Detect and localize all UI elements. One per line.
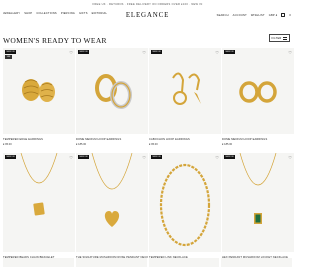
product-name[interactable]: DOME MEDIUM HOOP EARRINGS — [222, 138, 294, 141]
product-name[interactable]: CABOCHON HOOP EARRINGS — [149, 138, 221, 141]
product-price: £ 185.00 — [76, 143, 87, 146]
product-image[interactable]: NEW IN ♡ — [222, 153, 294, 252]
account-link[interactable]: ACCOUNT — [233, 14, 247, 17]
product-image[interactable]: NEW IN ♡ — [3, 153, 75, 252]
pendant-necklace-image — [20, 153, 58, 216]
wishlist-heart-icon[interactable]: ♡ — [142, 155, 146, 160]
product-image[interactable] — [75, 258, 147, 267]
product-image[interactable]: NEW IN ♡ — [149, 48, 221, 134]
wishlist-heart-icon[interactable]: ♡ — [69, 155, 73, 160]
new-in-badge: NEW IN — [78, 155, 89, 159]
filter-label: FILTER — [271, 36, 282, 40]
bag-icon[interactable] — [281, 13, 286, 17]
new-in-badge: NEW IN — [5, 50, 16, 54]
wishlist-heart-icon[interactable]: ♡ — [215, 50, 219, 55]
site-header: JEWELLERY SHOP COLLECTIONS PIERCING GIFT… — [0, 8, 295, 24]
product-card[interactable]: NEW IN ♡ DOME MEDIUM HOOP EARRINGS £ 185… — [222, 48, 294, 146]
wishlist-heart-icon[interactable]: ♡ — [288, 155, 292, 160]
hoop-earrings-image — [95, 74, 132, 109]
product-price: £ 185.00 — [222, 143, 233, 146]
product-card[interactable]: NEW IN 18K ♡ TEMPERED EDGE EARRINGS £ 95… — [3, 48, 75, 146]
product-card[interactable]: NEW IN ♡ TEMPERED LINK NECKLACE £ 225.00 — [149, 153, 221, 264]
product-card[interactable]: NEW IN ♡ CABOCHON HOOP EARRINGS £ 95.00 — [149, 48, 221, 146]
product-image[interactable] — [221, 258, 292, 267]
chain-necklace-image — [159, 163, 211, 247]
search-link[interactable]: SEARCH — [217, 14, 229, 17]
dome-earrings-image — [239, 81, 277, 103]
emerald-necklace-image — [239, 153, 277, 224]
product-image[interactable]: NEW IN ♡ — [76, 153, 148, 252]
filter-button[interactable]: FILTER — [269, 34, 290, 42]
wishlist-heart-icon[interactable]: ♡ — [215, 155, 219, 160]
wishlist-link[interactable]: WISHLIST — [251, 14, 265, 17]
product-name[interactable]: DOME MEDIUM HOOP EARRINGS — [76, 138, 148, 141]
currency-selector[interactable]: GBP £ — [269, 14, 278, 17]
promo-bar: FREE UK · RETURNS · FREE DELIVERY ON ORD… — [0, 0, 295, 8]
product-card[interactable]: NEW IN ♡ DOME MEDIUM HOOP EARRINGS £ 185… — [76, 48, 148, 146]
product-card[interactable]: NEW IN ♡ HEX PENDANT MUSHROOM LOCKET NEC… — [222, 153, 294, 264]
heart-necklace-image — [91, 153, 133, 227]
product-image[interactable] — [3, 258, 74, 267]
product-price: £ 95.00 — [3, 143, 12, 146]
product-image[interactable]: NEW IN ♡ — [149, 153, 221, 252]
utility-nav: SEARCH ACCOUNT WISHLIST GBP £ 0 — [217, 13, 291, 17]
new-in-badge: NEW IN — [224, 155, 235, 159]
product-card[interactable]: NEW IN ♡ THE SIGNATURE MUSHROOM ROSE PEN… — [76, 153, 148, 264]
new-in-badge: NEW IN — [78, 50, 89, 54]
new-in-badge: NEW IN — [151, 50, 162, 54]
shell-earrings-image — [22, 79, 55, 102]
new-in-badge: NEW IN — [5, 155, 16, 159]
wishlist-heart-icon[interactable]: ♡ — [288, 50, 292, 55]
product-image[interactable]: NEW IN ♡ — [222, 48, 294, 134]
product-image[interactable]: NEW IN ♡ — [76, 48, 148, 134]
page-title: WOMEN'S READY TO WEAR — [3, 36, 107, 45]
promo-text: FREE UK · RETURNS · FREE DELIVERY ON ORD… — [92, 2, 203, 6]
bag-count: 0 — [289, 13, 291, 17]
wishlist-heart-icon[interactable]: ♡ — [69, 50, 73, 55]
new-in-badge: NEW IN — [151, 155, 162, 159]
filter-icon — [283, 36, 288, 40]
product-price: £ 95.00 — [149, 143, 158, 146]
product-image[interactable] — [148, 258, 220, 267]
new-in-badge: NEW IN — [224, 50, 235, 54]
product-card[interactable]: NEW IN ♡ TEMPERED BEADS CHAIN BRACELET £… — [3, 153, 75, 264]
product-name[interactable]: TEMPERED EDGE EARRINGS — [3, 138, 75, 141]
next-row-preview — [0, 258, 295, 267]
material-badge: 18K — [5, 55, 12, 59]
wishlist-heart-icon[interactable]: ♡ — [142, 50, 146, 55]
hook-earrings-image — [172, 72, 201, 105]
product-image[interactable]: NEW IN 18K ♡ — [3, 48, 75, 134]
